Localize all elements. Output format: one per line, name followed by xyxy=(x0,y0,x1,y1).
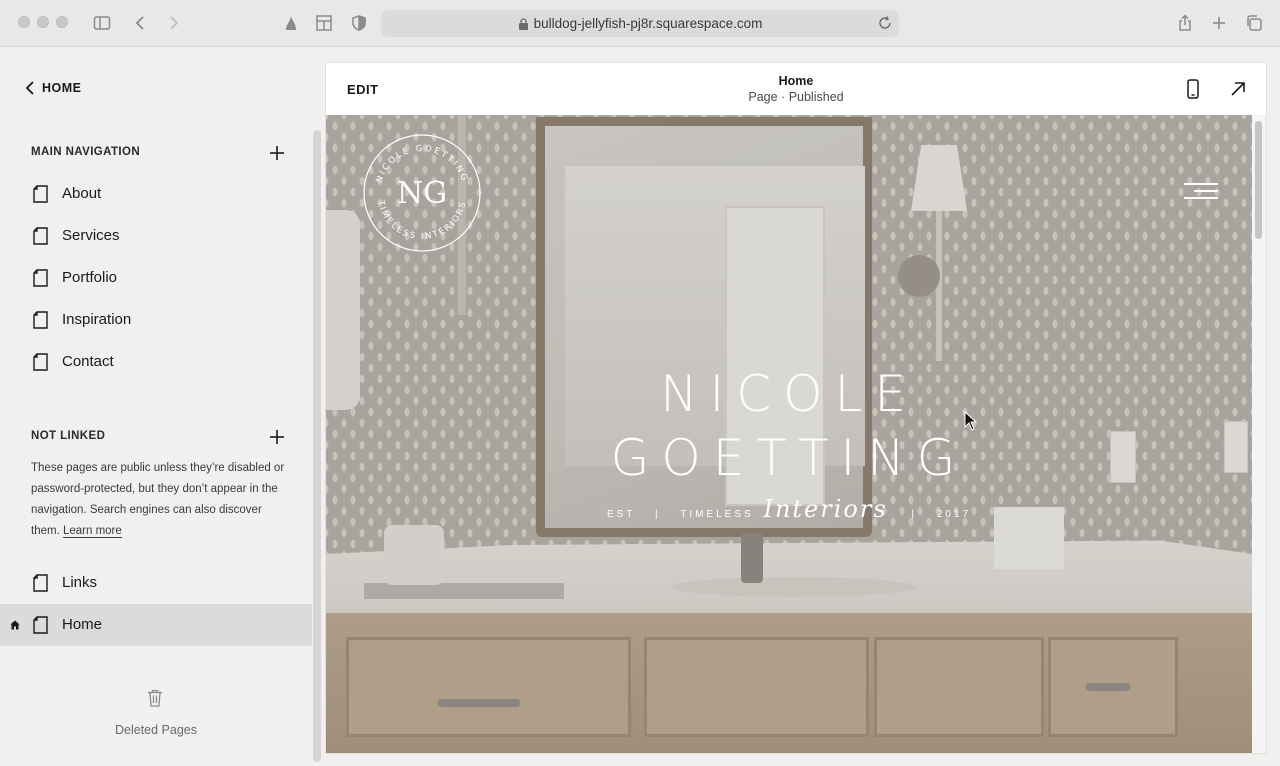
nav-item-label: Home xyxy=(62,616,103,633)
nav-item-label: About xyxy=(62,185,102,202)
home-indicator-icon xyxy=(10,620,20,630)
page-icon xyxy=(33,574,48,592)
new-tab-plus-icon[interactable] xyxy=(1208,12,1230,34)
nav-item-about[interactable]: About xyxy=(0,173,312,215)
close-window-button[interactable] xyxy=(18,16,30,28)
nav-item-contact[interactable]: Contact xyxy=(0,341,312,383)
address-bar[interactable]: bulldog-jellyfish-pj8r.squarespace.com xyxy=(381,10,899,37)
hamburger-menu-icon[interactable] xyxy=(1184,181,1218,201)
brand-name-line-1: NICOLE xyxy=(660,365,918,423)
tagline-timeless: TIMELESS xyxy=(680,509,754,520)
zoom-window-button[interactable] xyxy=(56,16,68,28)
nav-item-label: Inspiration xyxy=(62,311,132,328)
logo-monogram: NG xyxy=(397,176,447,211)
main-navigation-heading: MAIN NAVIGATION xyxy=(31,146,141,158)
expand-arrow-icon[interactable] xyxy=(1230,81,1246,97)
back-arrow-icon[interactable] xyxy=(129,12,151,34)
deleted-pages-link[interactable]: Deleted Pages xyxy=(0,723,312,737)
add-unlinked-page-plus-icon[interactable] xyxy=(268,428,286,446)
site-preview: EDIT Home Page · Published NICOLE GOETTI… xyxy=(326,63,1266,753)
nav-item-links[interactable]: Links xyxy=(0,562,312,604)
nav-item-label: Contact xyxy=(62,353,114,370)
page-icon xyxy=(33,227,48,245)
mouse-cursor-icon xyxy=(964,411,978,431)
site-logo-badge[interactable]: NICOLE GOETTING TIMELESS INTERIORS NG xyxy=(362,133,482,253)
learn-more-link[interactable]: Learn more xyxy=(62,525,122,538)
pages-sidebar: HOME MAIN NAVIGATION About Services Port… xyxy=(0,48,312,766)
back-to-home-link[interactable]: HOME xyxy=(24,81,82,95)
page-icon xyxy=(33,185,48,203)
minimize-window-button[interactable] xyxy=(37,16,49,28)
tab-overview-icon[interactable] xyxy=(1243,12,1265,34)
tagline-year: 2017 xyxy=(936,509,972,520)
share-icon[interactable] xyxy=(1174,12,1196,34)
trash-icon[interactable] xyxy=(147,689,163,707)
layout-grid-icon[interactable] xyxy=(313,12,335,34)
nav-item-label: Links xyxy=(62,574,98,591)
not-linked-description: These pages are public unless they’re di… xyxy=(31,458,286,542)
sidebar-toggle-icon[interactable] xyxy=(91,12,113,34)
brand-tagline: EST | TIMELESS Interiors | 2017 xyxy=(326,495,1252,523)
forward-arrow-icon[interactable] xyxy=(163,12,185,34)
shield-privacy-icon[interactable] xyxy=(348,12,370,34)
page-status: Page · Published xyxy=(748,90,844,104)
nav-item-portfolio[interactable]: Portfolio xyxy=(0,257,312,299)
page-icon xyxy=(33,269,48,287)
nav-item-inspiration[interactable]: Inspiration xyxy=(0,299,312,341)
nav-item-services[interactable]: Services xyxy=(0,215,312,257)
browser-toolbar: bulldog-jellyfish-pj8r.squarespace.com xyxy=(0,0,1280,47)
page-icon xyxy=(33,353,48,371)
page-icon xyxy=(33,616,48,634)
sidebar-scrollbar[interactable] xyxy=(313,130,321,762)
tagline-script: Interiors xyxy=(763,495,888,523)
add-page-plus-icon[interactable] xyxy=(268,144,286,162)
nav-item-label: Services xyxy=(62,227,120,244)
nav-item-label: Portfolio xyxy=(62,269,118,286)
lock-icon xyxy=(518,17,528,30)
brand-name-line-2: GOETTING xyxy=(610,429,968,487)
preview-scrollbar-thumb[interactable] xyxy=(1255,121,1262,239)
back-label: HOME xyxy=(42,81,82,95)
url-text: bulldog-jellyfish-pj8r.squarespace.com xyxy=(533,16,763,31)
page-title: Home xyxy=(778,74,814,88)
mobile-view-icon[interactable] xyxy=(1187,79,1199,99)
nav-item-home[interactable]: Home xyxy=(0,604,312,646)
tagline-divider: | xyxy=(655,509,661,520)
hero-section: NICOLE GOETTING TIMELESS INTERIORS NG NI… xyxy=(326,115,1252,753)
preview-header: EDIT Home Page · Published xyxy=(326,63,1266,115)
reload-icon[interactable] xyxy=(877,15,893,31)
not-linked-heading: NOT LINKED xyxy=(31,430,106,442)
extension-flame-icon[interactable] xyxy=(280,12,302,34)
chevron-left-icon xyxy=(25,81,34,95)
tagline-est: EST xyxy=(606,509,636,520)
page-icon xyxy=(33,311,48,329)
tagline-divider: | xyxy=(911,509,918,520)
